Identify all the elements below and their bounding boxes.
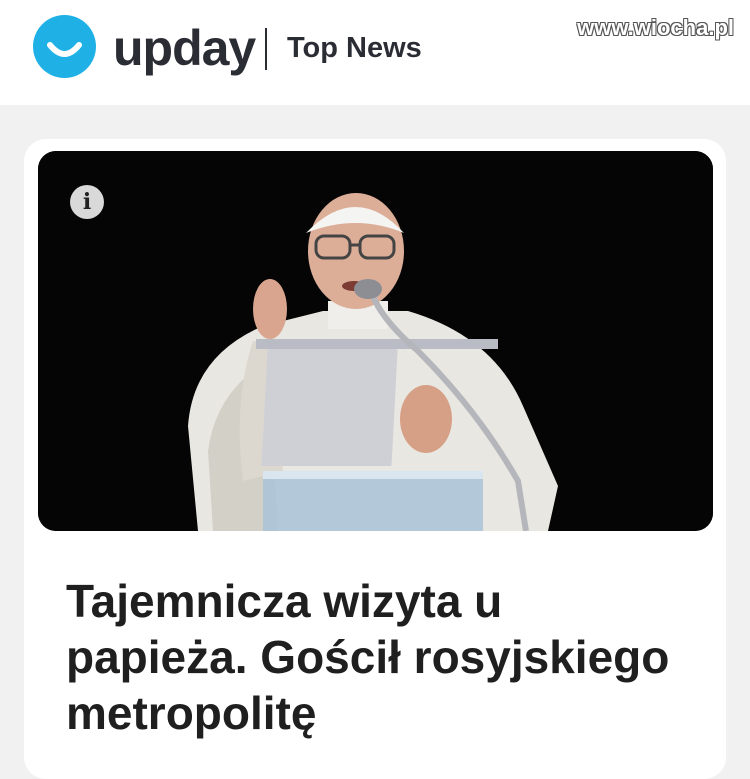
article-image[interactable]: i	[38, 151, 713, 531]
watermark: www.wiocha.pl	[577, 15, 734, 40]
info-icon[interactable]: i	[70, 185, 104, 219]
upday-logo-icon[interactable]	[33, 15, 96, 78]
brand-name: upday	[113, 20, 256, 76]
section-title[interactable]: Top News	[287, 30, 422, 66]
article-headline[interactable]: Tajemnicza wizyta u papieża. Gościł rosy…	[66, 573, 686, 741]
header-divider	[265, 28, 267, 70]
photo-illustration	[38, 151, 713, 531]
smile-icon	[47, 42, 82, 57]
